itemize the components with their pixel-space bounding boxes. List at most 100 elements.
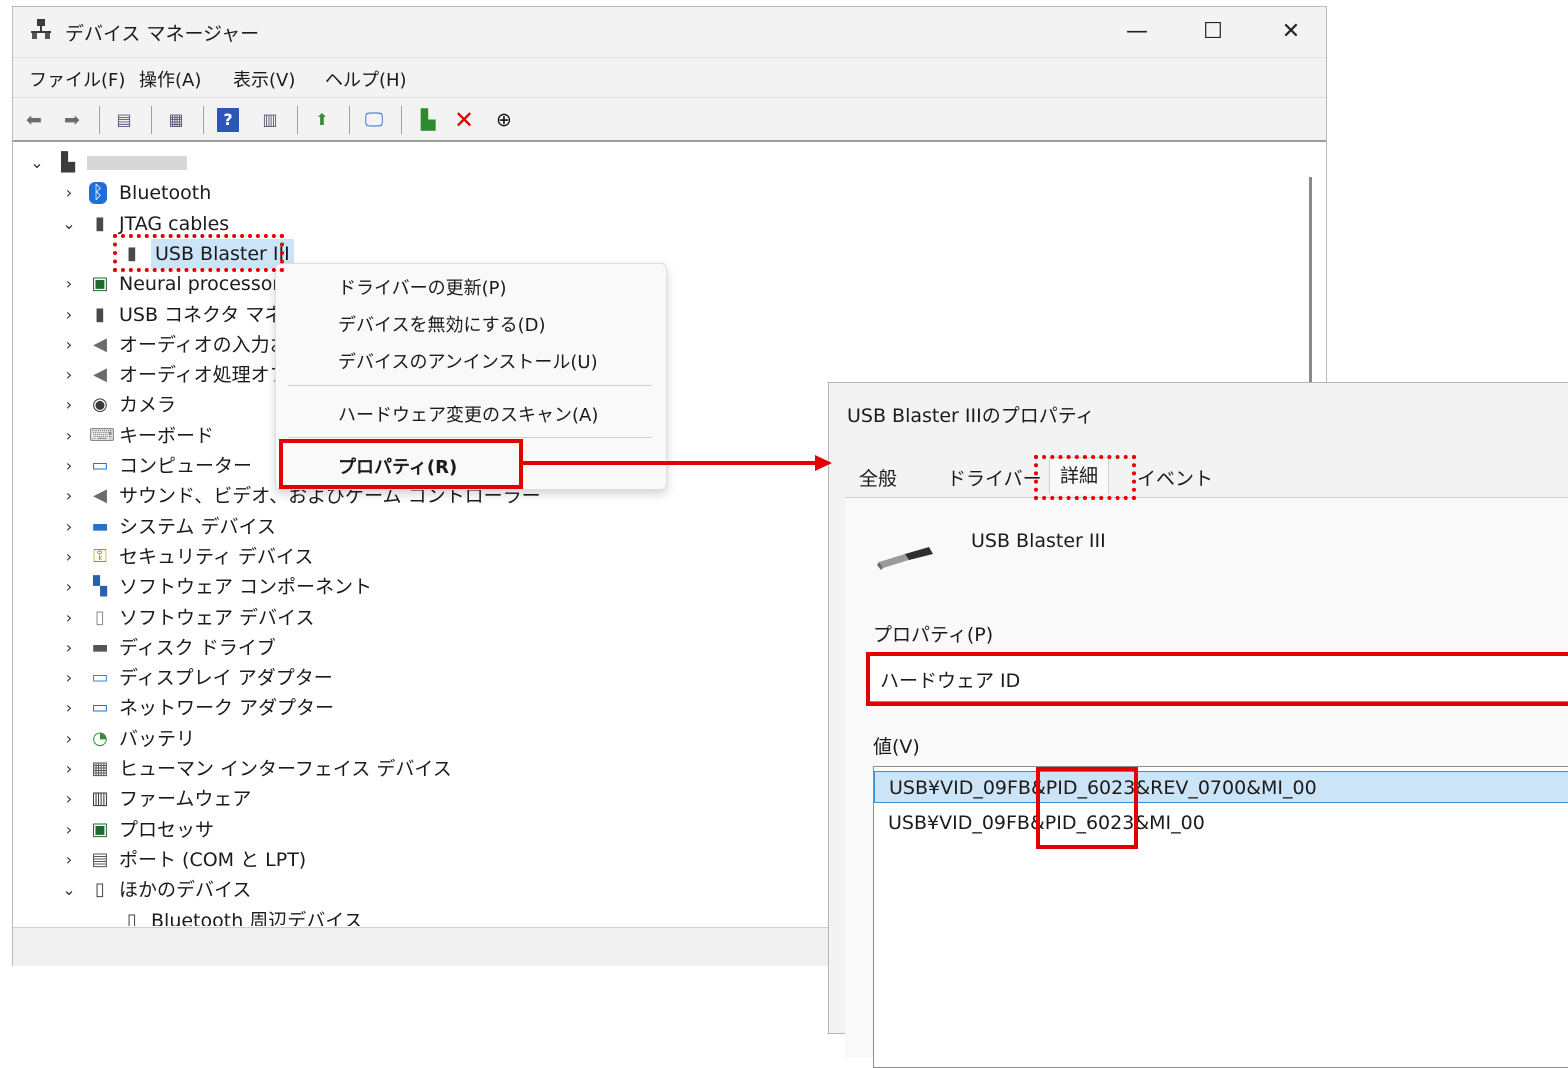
tree-item-label: ソフトウェア デバイス: [119, 606, 315, 629]
chip-icon: ▣: [91, 818, 109, 840]
toolbar-separator: [99, 106, 100, 134]
chevron-down-icon[interactable]: ⌄: [61, 875, 77, 905]
chevron-right-icon[interactable]: ›: [61, 815, 77, 845]
menu-file[interactable]: ファイル(F): [29, 66, 125, 92]
value-item-1[interactable]: USB¥VID_09FB&PID_6023&REV_0700&MI_00: [874, 771, 1568, 803]
chevron-right-icon[interactable]: ›: [61, 724, 77, 754]
value-item-2[interactable]: USB¥VID_09FB&PID_6023&MI_00: [874, 807, 1568, 839]
component-icon: ▚: [93, 576, 107, 598]
value-listbox[interactable]: USB¥VID_09FB&PID_6023&REV_0700&MI_00 USB…: [873, 766, 1568, 1068]
back-icon[interactable]: ⬅: [21, 108, 47, 132]
menu-view[interactable]: 表示(V): [233, 66, 295, 92]
chevron-right-icon[interactable]: ›: [61, 269, 77, 299]
annotation-property-highlight: [866, 652, 1568, 706]
value-label: 値(V): [873, 736, 920, 758]
vertical-scrollbar[interactable]: [1309, 177, 1312, 397]
network-icon: ▭: [91, 697, 109, 719]
close-button[interactable]: ✕: [1271, 17, 1311, 47]
camera-icon: ◉: [92, 394, 108, 416]
chevron-right-icon[interactable]: ›: [61, 390, 77, 420]
chevron-right-icon[interactable]: ›: [61, 360, 77, 390]
speaker-icon: ◀: [93, 364, 107, 386]
chevron-right-icon[interactable]: ›: [61, 633, 77, 663]
device-icon: ▯: [95, 606, 105, 628]
chevron-right-icon[interactable]: ›: [61, 542, 77, 572]
plug-icon: ▮: [95, 303, 105, 325]
chevron-right-icon[interactable]: ›: [61, 300, 77, 330]
disable-device-icon[interactable]: ⊕: [491, 108, 517, 132]
toolbar: ⬅ ➡ ▤ ▦ ? ▥ ⬆ 🖵 ▙ ✕ ⊕: [13, 97, 1326, 142]
menu-bar: ファイル(F) 操作(A) 表示(V) ヘルプ(H): [13, 57, 1326, 98]
chevron-right-icon[interactable]: ›: [61, 693, 77, 723]
battery-icon: ◔: [92, 727, 108, 749]
unknown-device-icon: ▯: [95, 879, 105, 901]
forward-icon[interactable]: ➡: [59, 108, 85, 132]
scan-hardware-icon[interactable]: 🖵: [361, 108, 387, 132]
chevron-right-icon[interactable]: ›: [61, 178, 77, 208]
tree-item[interactable]: › ᛒ Bluetooth: [17, 178, 1297, 208]
chevron-right-icon[interactable]: ›: [61, 663, 77, 693]
window-title: デバイス マネージャー: [65, 23, 260, 45]
property-label: プロパティ(P): [873, 624, 994, 646]
tree-item-label: オーディオの入力お: [119, 333, 289, 356]
minimize-button[interactable]: —: [1117, 17, 1157, 47]
tree-item-label: ネットワーク アダプター: [119, 697, 335, 720]
chevron-right-icon[interactable]: ›: [61, 845, 77, 875]
hid-icon: ▦: [91, 758, 109, 779]
chevron-right-icon[interactable]: ›: [61, 572, 77, 602]
menu-action[interactable]: 操作(A): [139, 66, 201, 92]
menu-disable-device[interactable]: デバイスを無効にする(D): [338, 311, 546, 337]
menu-help[interactable]: ヘルプ(H): [325, 66, 407, 92]
chevron-right-icon[interactable]: ›: [61, 512, 77, 542]
chevron-right-icon[interactable]: ›: [61, 451, 77, 481]
title-bar: デバイス マネージャー — ☐ ✕: [13, 7, 1326, 57]
tree-item-label: カメラ: [119, 394, 177, 417]
properties-icon[interactable]: ▦: [163, 108, 189, 132]
menu-uninstall-device[interactable]: デバイスのアンインストール(U): [338, 348, 598, 374]
toolbar-separator: [401, 106, 402, 134]
chevron-right-icon[interactable]: ›: [61, 330, 77, 360]
unknown-device-icon: ▯: [127, 909, 137, 927]
folder-icon: ▬: [91, 515, 109, 537]
tab-events[interactable]: イベント: [1137, 461, 1213, 497]
properties-dialog: USB Blaster IIIのプロパティ 全般 ドライバー 詳細 イベント U…: [828, 382, 1568, 1068]
tree-item-label: ディスプレイ アダプター: [119, 667, 333, 690]
tab-driver[interactable]: ドライバー: [947, 461, 1042, 497]
tab-general[interactable]: 全般: [859, 461, 897, 497]
chevron-right-icon[interactable]: ›: [61, 421, 77, 451]
chevron-right-icon[interactable]: ›: [61, 784, 77, 814]
tree-item[interactable]: ⌄ ▙: [17, 148, 1297, 178]
plug-icon: ▮: [95, 212, 105, 234]
chevron-down-icon[interactable]: ⌄: [29, 148, 45, 178]
tree-item-label: Bluetooth 周辺デバイス: [151, 909, 363, 927]
tree-item-label: Bluetooth: [119, 182, 212, 205]
device-name: USB Blaster III: [971, 530, 1106, 552]
computer-icon: ▙: [61, 152, 75, 173]
tree-item-label: Neural processor: [119, 273, 281, 296]
chevron-down-icon[interactable]: ⌄: [61, 209, 77, 239]
enable-device-icon[interactable]: ▙: [415, 108, 441, 132]
console-tree-icon[interactable]: ▤: [111, 108, 137, 132]
maximize-button[interactable]: ☐: [1193, 17, 1233, 47]
uninstall-icon[interactable]: ✕: [451, 108, 477, 132]
tree-item-label: ファームウェア: [119, 788, 252, 811]
menu-scan-hardware[interactable]: ハードウェア変更のスキャン(A): [338, 401, 598, 427]
help-icon[interactable]: ?: [217, 108, 239, 132]
tree-item-label: キーボード: [119, 424, 215, 447]
update-driver-icon[interactable]: ⬆: [309, 108, 335, 132]
key-icon: ⚿: [93, 545, 107, 567]
chevron-right-icon[interactable]: ›: [61, 603, 77, 633]
toolbar-separator: [297, 106, 298, 134]
chevron-right-icon[interactable]: ›: [61, 754, 77, 784]
dialog-title: USB Blaster IIIのプロパティ: [847, 405, 1095, 427]
chip-icon: ▣: [91, 273, 109, 295]
action-pane-icon[interactable]: ▥: [257, 108, 283, 132]
menu-update-driver[interactable]: ドライバーの更新(P): [338, 274, 507, 300]
tree-item-label: ディスク ドライブ: [119, 636, 276, 659]
speaker-icon: ◀: [93, 333, 107, 355]
menu-separator: [288, 437, 652, 438]
tree-item-label: コンピューター: [119, 455, 253, 477]
chevron-right-icon[interactable]: ›: [61, 481, 77, 511]
annotation-device-highlight: [113, 234, 284, 272]
annotation-properties-highlight: [279, 439, 523, 489]
